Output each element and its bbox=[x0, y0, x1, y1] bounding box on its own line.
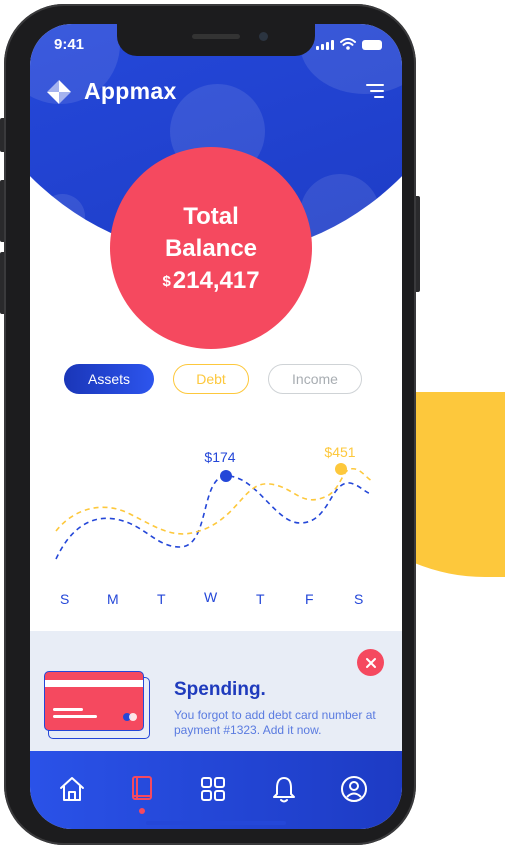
day-label-mon: M bbox=[107, 591, 119, 607]
card-logo-circle bbox=[129, 713, 137, 721]
balance-amount: $214,417 bbox=[162, 267, 259, 295]
menu-icon[interactable] bbox=[366, 84, 384, 102]
tab-debt[interactable]: Debt bbox=[173, 364, 249, 394]
balance-currency: $ bbox=[162, 273, 171, 290]
card-text-line bbox=[53, 708, 83, 711]
status-time: 9:41 bbox=[54, 36, 85, 53]
battery-icon bbox=[362, 40, 382, 50]
grid-icon[interactable] bbox=[197, 773, 229, 805]
bell-icon[interactable] bbox=[268, 773, 300, 805]
appmax-logo-icon bbox=[47, 79, 71, 104]
day-label-wed: W bbox=[204, 589, 218, 605]
day-label-sat: S bbox=[354, 591, 364, 607]
debt-highlight-label: $451 bbox=[324, 444, 355, 460]
bottom-navigation bbox=[30, 751, 402, 829]
decorative-bubble bbox=[300, 174, 380, 254]
spending-notice: Spending. You forgot to add debt card nu… bbox=[30, 631, 402, 757]
total-balance-card: Total Balance $214,417 bbox=[110, 147, 312, 349]
front-camera bbox=[259, 32, 268, 41]
phone-frame: 9:41 Appmax Total Balance $214,417 Asset… bbox=[4, 4, 416, 845]
balance-title: Total Balance bbox=[164, 203, 258, 262]
day-label-sun: S bbox=[60, 591, 70, 607]
day-label-thu: T bbox=[256, 591, 265, 607]
signal-icon bbox=[316, 40, 334, 50]
card-text-line bbox=[53, 715, 97, 718]
home-icon[interactable] bbox=[56, 773, 88, 805]
phone-notch bbox=[117, 24, 315, 56]
debt-series-line bbox=[55, 467, 373, 535]
user-icon[interactable] bbox=[338, 773, 370, 805]
home-indicator bbox=[146, 821, 286, 825]
debt-highlight-point bbox=[335, 463, 347, 475]
active-indicator-dot bbox=[139, 808, 145, 814]
notice-text[interactable]: You forgot to add debt card number at pa… bbox=[174, 708, 389, 738]
app-screen: 9:41 Appmax Total Balance $214,417 Asset… bbox=[30, 24, 402, 829]
app-header: Appmax bbox=[46, 78, 177, 105]
speaker-grille bbox=[192, 34, 240, 39]
decorative-bubble bbox=[40, 194, 85, 239]
balance-value: 214,417 bbox=[172, 267, 260, 294]
day-label-fri: F bbox=[305, 591, 314, 607]
assets-series-line bbox=[55, 475, 373, 560]
wifi-icon bbox=[340, 38, 356, 50]
day-label-tue: T bbox=[157, 591, 166, 607]
card-stripe bbox=[45, 680, 143, 687]
card-front bbox=[44, 671, 144, 731]
close-icon[interactable] bbox=[357, 649, 384, 676]
spending-chart: $174 $451 S M T W T F S bbox=[30, 419, 402, 619]
assets-highlight-point bbox=[220, 470, 232, 482]
credit-card-illustration bbox=[44, 671, 150, 741]
app-title: Appmax bbox=[84, 78, 177, 104]
notice-title: Spending. bbox=[174, 679, 266, 700]
tab-income[interactable]: Income bbox=[268, 364, 362, 394]
tab-assets[interactable]: Assets bbox=[64, 364, 154, 394]
assets-highlight-label: $174 bbox=[204, 449, 235, 465]
book-icon[interactable] bbox=[126, 773, 158, 814]
status-icons bbox=[316, 38, 382, 50]
